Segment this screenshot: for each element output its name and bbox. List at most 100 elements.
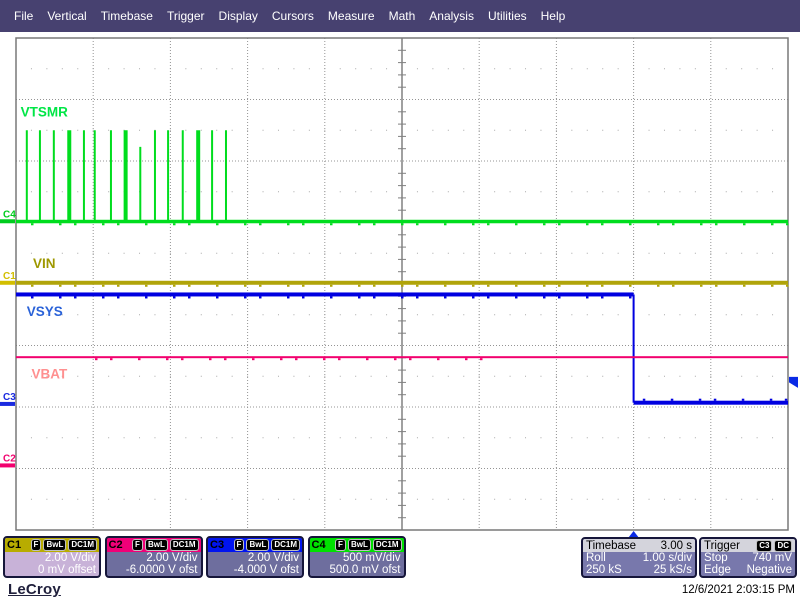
trace-noise xyxy=(515,223,518,225)
grid-dot xyxy=(77,376,78,377)
channel-box-c1[interactable]: C1FBwLDC1M2.00 V/div0 mV offset xyxy=(3,536,101,578)
grid-dot xyxy=(278,437,279,438)
grid-dot xyxy=(587,191,588,192)
menu-item-analysis[interactable]: Analysis xyxy=(429,9,474,23)
grid-dot xyxy=(62,437,63,438)
trace-noise xyxy=(302,285,305,287)
grid-dot xyxy=(77,130,78,131)
channel-marker-c3[interactable] xyxy=(0,402,15,406)
channel-id-label: C1 xyxy=(7,539,21,551)
grid-dot xyxy=(726,191,727,192)
grid-dot xyxy=(679,437,680,438)
menu-item-file[interactable]: File xyxy=(14,9,33,23)
grid-dot xyxy=(432,253,433,254)
grid-dot xyxy=(679,499,680,500)
grid-dot xyxy=(757,314,758,315)
grid-dot xyxy=(417,437,418,438)
grid-dot xyxy=(417,253,418,254)
grid-dot xyxy=(386,130,387,131)
grid-dot xyxy=(232,68,233,69)
grid-dot xyxy=(154,437,155,438)
grid-dot xyxy=(618,191,619,192)
grid-dot xyxy=(232,191,233,192)
trace-c4-vtsmr-pulse xyxy=(225,130,227,221)
grid-dot xyxy=(679,376,680,377)
menu-item-vertical[interactable]: Vertical xyxy=(47,9,86,23)
grid-dot xyxy=(309,130,310,131)
trace-label-vin: VIN xyxy=(33,256,56,271)
grid-dot xyxy=(232,253,233,254)
trigger-level-arrow[interactable] xyxy=(789,377,798,388)
channel-settings: 500 mV/div500.0 mV ofst xyxy=(310,552,404,576)
badge-f: F xyxy=(335,539,346,551)
trace-label-vtsmr: VTSMR xyxy=(21,105,69,120)
badge-bwl: BwL xyxy=(43,539,66,551)
grid-dot xyxy=(355,499,356,500)
grid-dot xyxy=(263,130,264,131)
grid-dot xyxy=(293,253,294,254)
menu-item-math[interactable]: Math xyxy=(389,9,416,23)
grid-dot xyxy=(679,68,680,69)
grid-dot xyxy=(510,130,511,131)
grid-dot xyxy=(633,130,634,131)
trace-noise xyxy=(358,296,361,298)
menu-item-help[interactable]: Help xyxy=(541,9,566,23)
trace-noise xyxy=(629,285,632,287)
channel-marker-c4[interactable] xyxy=(0,219,15,223)
grid-dot xyxy=(540,314,541,315)
grid-dot xyxy=(649,499,650,500)
channel-marker-c2[interactable] xyxy=(0,463,15,467)
grid-dot xyxy=(309,68,310,69)
grid-dot xyxy=(571,314,572,315)
grid-dot xyxy=(185,314,186,315)
grid-dot xyxy=(232,130,233,131)
trace-noise xyxy=(785,399,788,401)
trace-noise xyxy=(188,296,191,298)
trace-noise xyxy=(74,296,77,298)
grid-dot xyxy=(432,499,433,500)
grid-dot xyxy=(108,68,109,69)
trigger-box[interactable]: Trigger C3DC Stop 740 mV Edge Negative xyxy=(699,537,797,578)
grid-dot xyxy=(540,376,541,377)
grid-dot xyxy=(340,130,341,131)
grid-dot xyxy=(185,130,186,131)
trace-noise xyxy=(117,223,120,225)
channel-box-c2[interactable]: C2FBwLDC1M2.00 V/div-6.0000 V ofst xyxy=(105,536,203,578)
channel-box-c4[interactable]: C4FBwLDC1M500 mV/div500.0 mV ofst xyxy=(308,536,406,578)
grid-dot xyxy=(93,253,94,254)
grid-dot xyxy=(371,253,372,254)
menu-item-trigger[interactable]: Trigger xyxy=(167,9,205,23)
trace-noise xyxy=(480,358,483,360)
menu-item-display[interactable]: Display xyxy=(219,9,258,23)
grid-dot xyxy=(525,376,526,377)
grid-dot xyxy=(556,499,557,500)
menu-item-timebase[interactable]: Timebase xyxy=(101,9,153,23)
grid-dot xyxy=(278,68,279,69)
grid-dot xyxy=(571,437,572,438)
menu-item-utilities[interactable]: Utilities xyxy=(488,9,527,23)
trace-noise xyxy=(244,296,247,298)
channel-marker-c1[interactable] xyxy=(0,281,15,285)
trace-noise xyxy=(586,223,589,225)
grid-dot xyxy=(417,68,418,69)
grid-dot xyxy=(185,68,186,69)
trace-noise xyxy=(416,223,419,225)
trace-noise xyxy=(259,296,262,298)
grid-dot xyxy=(293,499,294,500)
grid-dot xyxy=(216,376,217,377)
menu-item-measure[interactable]: Measure xyxy=(328,9,375,23)
menu-item-cursors[interactable]: Cursors xyxy=(272,9,314,23)
grid-dot xyxy=(757,499,758,500)
trace-c4-vtsmr-pulse xyxy=(67,130,71,221)
channel-badges: FBwLDC1M xyxy=(234,539,300,551)
grid-dot xyxy=(494,437,495,438)
channel-scale: 2.00 V/div xyxy=(5,552,96,564)
channel-header-c3: C3FBwLDC1M xyxy=(208,538,302,552)
channel-box-c3[interactable]: C3FBwLDC1M2.00 V/div-4.000 V ofst xyxy=(206,536,304,578)
grid-dot xyxy=(309,437,310,438)
grid-dot xyxy=(587,437,588,438)
trace-noise xyxy=(59,223,62,225)
grid-dot xyxy=(448,499,449,500)
timebase-box[interactable]: Timebase 3.00 s Roll 1.00 s/div 250 kS 2… xyxy=(581,537,697,578)
badge-dc1m: DC1M xyxy=(271,539,300,551)
